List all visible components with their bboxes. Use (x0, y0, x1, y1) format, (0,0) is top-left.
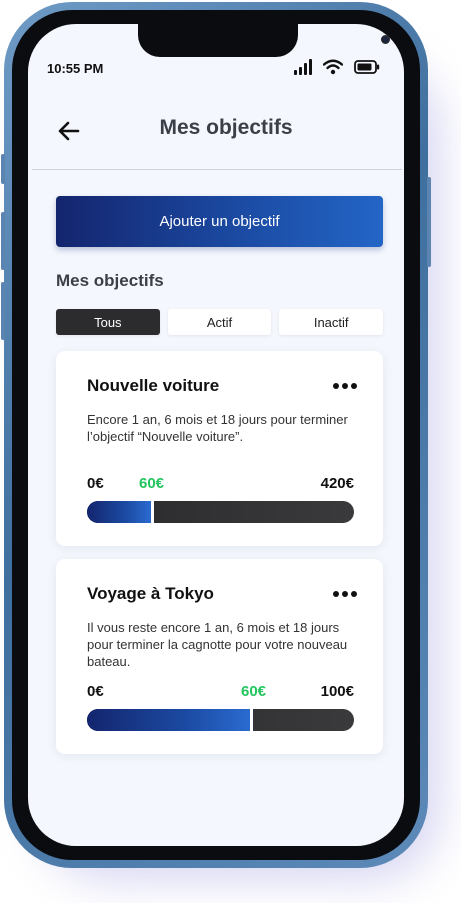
goal-card[interactable]: Voyage à Tokyo Il vous reste encore 1 an… (56, 559, 383, 754)
back-arrow-icon[interactable] (56, 118, 82, 144)
page-title: Mes objectifs (159, 116, 293, 139)
header-divider (32, 169, 402, 170)
phone-volume-down (1, 282, 5, 340)
battery-icon (354, 60, 380, 74)
camera-icon (381, 35, 390, 44)
goal-description: Encore 1 an, 6 mois et 18 jours pour ter… (87, 412, 348, 444)
signal-icon (294, 59, 312, 75)
goal-card[interactable]: Nouvelle voiture Encore 1 an, 6 mois et … (56, 351, 383, 546)
notch (138, 24, 390, 57)
phone-silent-switch (1, 154, 5, 184)
add-goal-button[interactable]: Ajouter un objectif (56, 196, 383, 247)
goal-progress-bar (87, 501, 354, 523)
status-time: 10:55 PM (47, 61, 104, 76)
goal-progress-fill (87, 709, 253, 731)
filter-tab-inactive[interactable]: Inactif (279, 309, 384, 335)
goal-title: Nouvelle voiture (87, 376, 220, 395)
goal-progress-bar (87, 709, 354, 731)
more-options-icon[interactable] (331, 379, 357, 393)
goal-min-amount: 0€ (87, 683, 104, 700)
wifi-icon (323, 59, 343, 75)
goal-description: Il vous reste encore 1 an, 6 mois et 18 … (87, 620, 348, 669)
phone-bezel: 10:55 PM Mes objectifs Ajouter un object… (12, 10, 420, 860)
filter-tabs: Tous Actif Inactif (56, 309, 384, 335)
filter-tab-active[interactable]: Actif (167, 309, 272, 335)
phone-power-button (427, 177, 431, 267)
phone-frame: 10:55 PM Mes objectifs Ajouter un object… (1, 2, 431, 868)
goal-title: Voyage à Tokyo (87, 584, 214, 603)
goal-progress-fill (87, 501, 154, 523)
status-icons (294, 58, 380, 76)
goal-max-amount: 100€ (320, 683, 354, 700)
more-options-icon[interactable] (331, 587, 357, 601)
phone-volume-up (1, 212, 5, 270)
goal-current-amount: 60€ (139, 475, 165, 492)
goal-current-amount: 60€ (241, 683, 267, 700)
goal-min-amount: 0€ (87, 475, 104, 492)
screen: 10:55 PM Mes objectifs Ajouter un object… (28, 24, 404, 846)
filter-tab-all[interactable]: Tous (56, 309, 160, 335)
goal-max-amount: 420€ (320, 475, 354, 492)
section-title: Mes objectifs (56, 271, 164, 290)
